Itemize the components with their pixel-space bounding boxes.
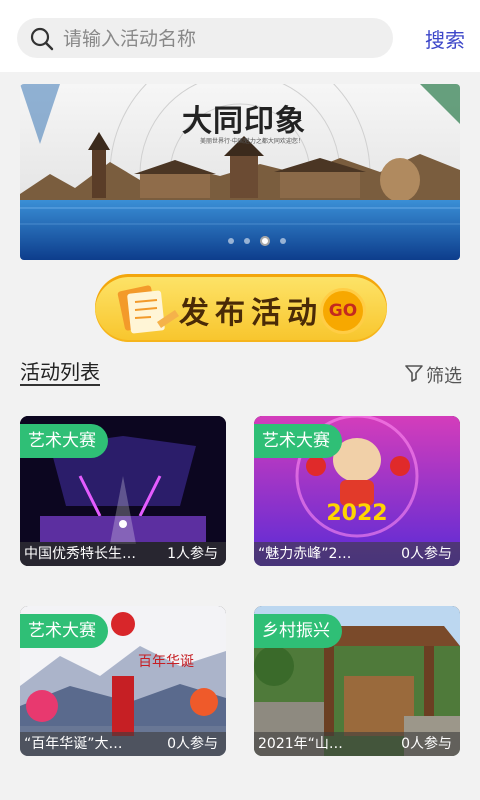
search-box[interactable]	[17, 18, 393, 60]
search-input[interactable]	[61, 18, 385, 60]
banner-carousel[interactable]: 大同印象 美丽世界行·中国魅力之都大同欢迎您！	[20, 84, 460, 260]
card-footer: 中国优秀特长生… 1人参与	[20, 542, 226, 566]
activity-card[interactable]: 百年华诞 艺术大赛 “百年华诞”大… 0人参与	[20, 606, 226, 756]
banner-subtitle: 美丽世界行·中国魅力之都大同欢迎您！	[200, 138, 304, 145]
carousel-dot[interactable]	[280, 238, 286, 244]
participant-count: 1人参与	[167, 546, 218, 562]
go-badge: GO	[320, 288, 366, 334]
carousel-dot[interactable]	[228, 238, 234, 244]
activity-card[interactable]: 乡村振兴 2021年“山… 0人参与	[254, 606, 460, 756]
category-tag: 艺术大赛	[20, 424, 108, 458]
document-icon	[117, 285, 179, 334]
card-footer: “魅力赤峰”2… 0人参与	[254, 542, 460, 566]
category-tag: 艺术大赛	[20, 614, 108, 648]
search-button[interactable]: 搜索	[425, 24, 465, 53]
card-title: 2021年“山…	[258, 736, 343, 752]
participant-count: 0人参与	[401, 736, 452, 752]
category-tag: 乡村振兴	[254, 614, 342, 648]
filter-icon	[405, 365, 423, 382]
banner-title: 大同印象	[182, 104, 306, 139]
publish-activity-button[interactable]: 发布活动 GO	[95, 274, 387, 342]
heading-underline	[20, 384, 100, 386]
activity-card[interactable]: 艺术大赛 中国优秀特长生… 1人参与	[20, 416, 226, 566]
search-icon	[30, 27, 54, 51]
activity-list-heading: 活动列表	[20, 360, 100, 384]
top-bar: 搜索	[0, 0, 480, 72]
carousel-dot[interactable]	[244, 238, 250, 244]
participant-count: 0人参与	[401, 546, 452, 562]
activity-card[interactable]: 2022 艺术大赛 “魅力赤峰”2… 0人参与	[254, 416, 460, 566]
category-tag: 艺术大赛	[254, 424, 342, 458]
card-title: “魅力赤峰”2…	[258, 546, 352, 562]
svg-text:2022: 2022	[326, 501, 387, 526]
card-title: “百年华诞”大…	[24, 736, 123, 752]
card-footer: “百年华诞”大… 0人参与	[20, 732, 226, 756]
publish-label: 发布活动	[179, 296, 323, 331]
svg-text:百年华诞: 百年华诞	[138, 654, 194, 670]
participant-count: 0人参与	[167, 736, 218, 752]
card-title: 中国优秀特长生…	[24, 546, 136, 562]
card-footer: 2021年“山… 0人参与	[254, 732, 460, 756]
filter-label: 筛选	[426, 366, 462, 387]
carousel-dot-active[interactable]	[260, 236, 270, 246]
